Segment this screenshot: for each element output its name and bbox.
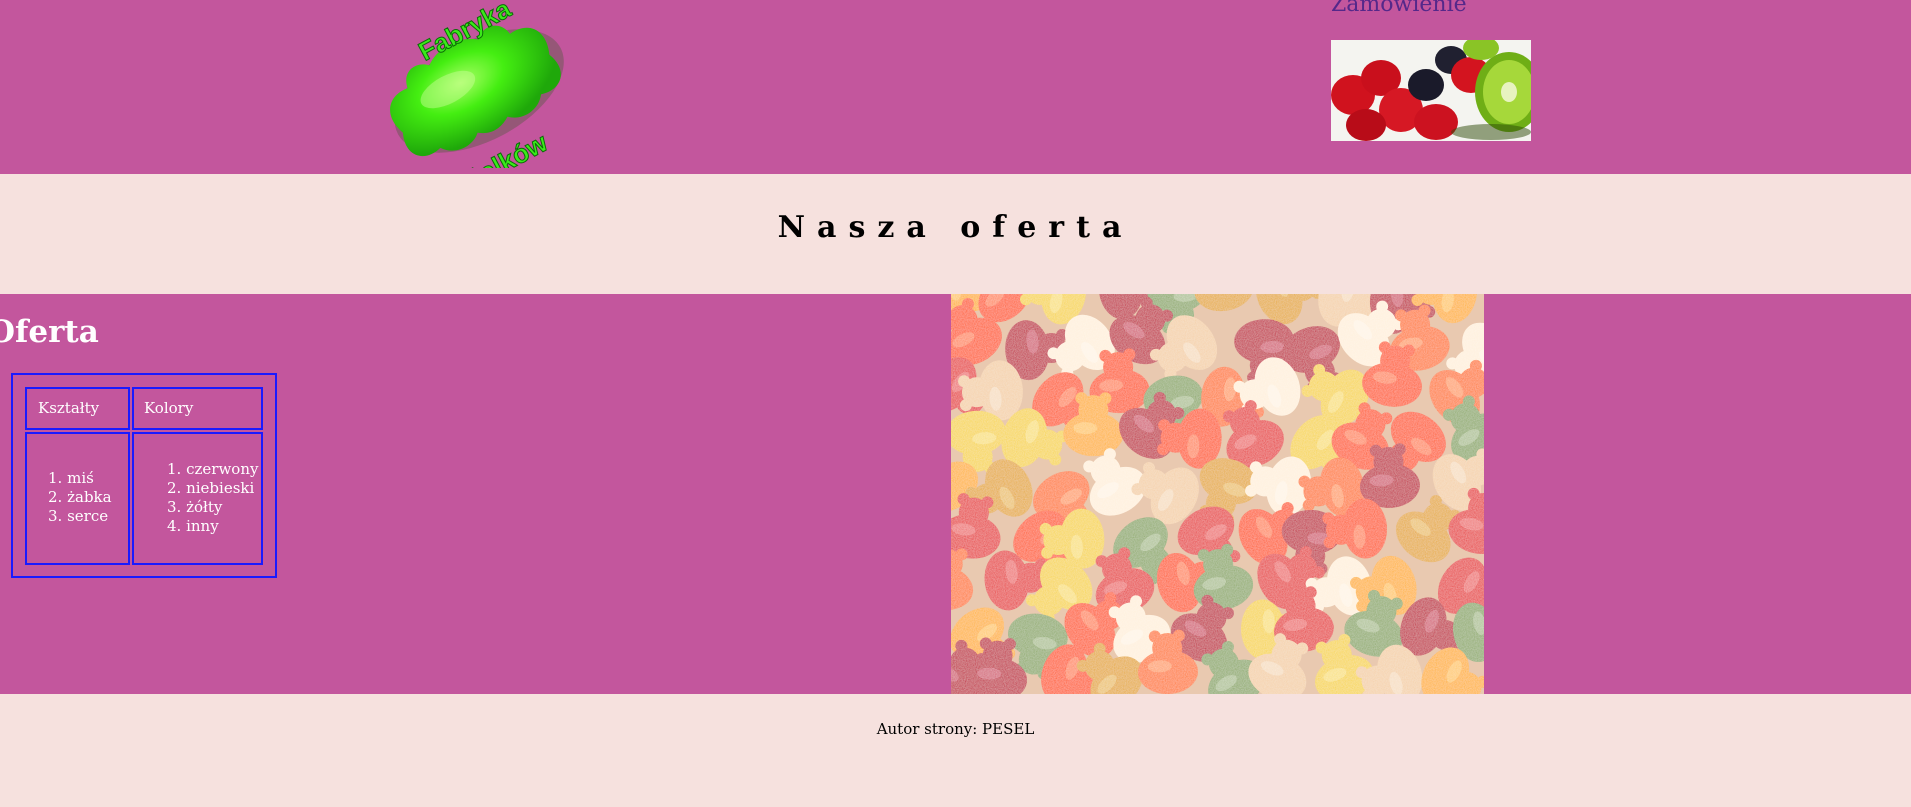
- banner: Nasza oferta: [0, 174, 1911, 294]
- list-item: inny: [186, 517, 219, 535]
- main-section: Oferta Kształty Kolory miś żabka serce c…: [0, 294, 1911, 694]
- list-item: żabka: [67, 488, 112, 506]
- shapes-list: miś żabka serce: [48, 469, 112, 526]
- list-item: miś: [67, 469, 94, 487]
- header: Fabryka żelków Zamówienie: [0, 0, 1911, 174]
- table-cell-shapes: miś żabka serce: [25, 432, 130, 565]
- list-item: niebieski: [186, 479, 255, 497]
- fruit-jellies-image-icon: [1331, 40, 1531, 141]
- footer-author: Autor strony: PESEL: [876, 720, 1035, 738]
- list-item: czerwony: [186, 460, 259, 478]
- colors-list: czerwony niebieski żółty inny: [167, 460, 258, 536]
- table-header-shapes: Kształty: [25, 387, 130, 430]
- offer-heading: Oferta: [0, 314, 99, 350]
- gummy-candies-photo-icon: [951, 294, 1484, 694]
- page-title: Nasza oferta: [777, 210, 1134, 245]
- list-item: żółty: [186, 498, 223, 516]
- offer-table: Kształty Kolory miś żabka serce czerwony…: [11, 373, 277, 578]
- footer: Autor strony: PESEL: [0, 694, 1911, 807]
- table-cell-colors: czerwony niebieski żółty inny: [132, 432, 263, 565]
- list-item: serce: [67, 507, 109, 525]
- table-header-colors: Kolory: [132, 387, 263, 430]
- order-link[interactable]: Zamówienie: [1331, 0, 1467, 17]
- gummy-bear-logo-icon: Fabryka żelków: [390, 0, 564, 168]
